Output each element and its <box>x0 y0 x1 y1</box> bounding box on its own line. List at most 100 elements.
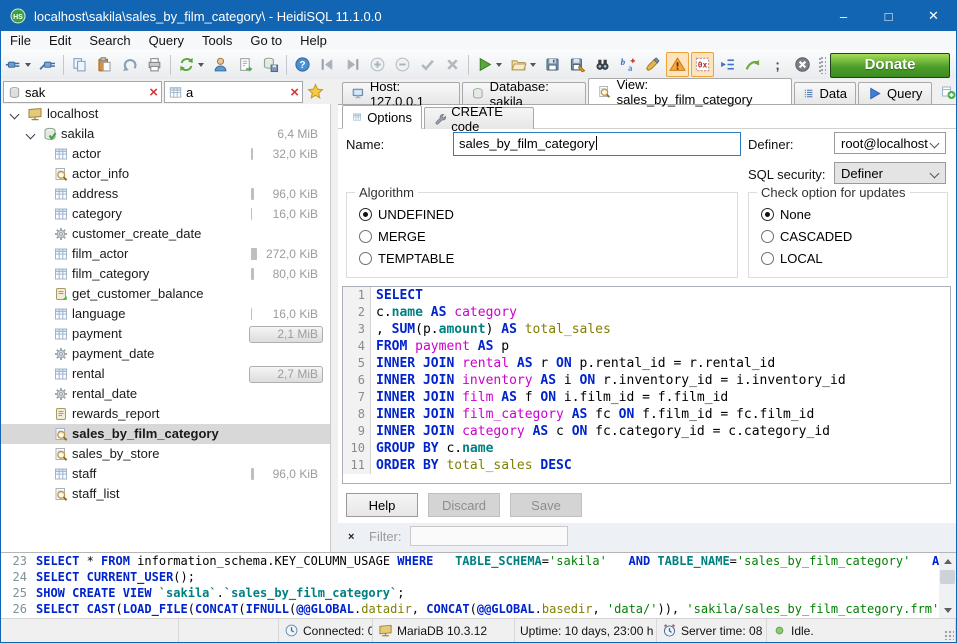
scrollbar-thumb[interactable] <box>940 570 955 584</box>
maximize-button[interactable]: □ <box>866 1 911 31</box>
paste-button[interactable] <box>93 52 116 77</box>
log-scrollbar[interactable] <box>939 553 956 618</box>
minimize-button[interactable]: – <box>821 1 866 31</box>
radio-icon[interactable] <box>359 252 372 265</box>
radio-check-none[interactable]: None <box>761 207 811 222</box>
tree-item-payment[interactable]: payment2,1 MiB <box>1 324 330 344</box>
filter-input[interactable] <box>410 526 568 546</box>
user-manager-button[interactable] <box>209 52 232 77</box>
database-save-button[interactable] <box>259 52 282 77</box>
definer-combo[interactable]: root@localhost <box>834 132 946 154</box>
tree-item-sales_by_store[interactable]: sales_by_store <box>1 444 330 464</box>
donate-button[interactable]: Donate <box>830 53 950 78</box>
sql-editor[interactable]: 1SELECT2c.name AS category3, SUM(p.amoun… <box>342 286 951 484</box>
toolbar-grip[interactable] <box>820 56 826 74</box>
print-button[interactable] <box>143 52 166 77</box>
tab-options[interactable]: Options <box>342 105 422 129</box>
tree-item-rental[interactable]: rental2,7 MiB <box>1 364 330 384</box>
session-disconnect-button[interactable] <box>36 52 59 77</box>
stop-query-button[interactable] <box>791 52 814 77</box>
undo-button[interactable] <box>118 52 141 77</box>
radio-algorithm-merge[interactable]: MERGE <box>359 229 426 244</box>
tree-item-sakila[interactable]: sakila6,4 MiB <box>1 124 330 144</box>
save-sql-as-button[interactable] <box>566 52 589 77</box>
menu-search[interactable]: Search <box>80 31 139 50</box>
tree-item-category[interactable]: category16,0 KiB <box>1 204 330 224</box>
help-button[interactable]: Help <box>346 493 418 517</box>
tree-item-film_actor[interactable]: film_actor272,0 KiB <box>1 244 330 264</box>
tree-item-film_category[interactable]: film_category80,0 KiB <box>1 264 330 284</box>
reformat-sql-button[interactable] <box>641 52 664 77</box>
close-button[interactable]: ✕ <box>911 1 956 31</box>
menu-go-to[interactable]: Go to <box>241 31 291 50</box>
scroll-up-icon[interactable] <box>939 553 956 569</box>
chevron-down-icon[interactable] <box>10 110 20 120</box>
favorites-star-icon[interactable] <box>307 83 324 100</box>
load-sql-file-button[interactable] <box>507 52 539 77</box>
tree-item-get_customer_balance[interactable]: get_customer_balance <box>1 284 330 304</box>
binary-as-hex-button[interactable]: 0x <box>691 52 714 77</box>
chevron-down-icon[interactable] <box>26 130 36 140</box>
scroll-down-icon[interactable] <box>939 602 956 618</box>
highlight-warnings-button[interactable] <box>666 52 689 77</box>
tab-database-sakila[interactable]: Database: sakila <box>462 82 586 104</box>
tab-query[interactable]: Query <box>858 82 932 104</box>
find-replace-button[interactable]: ba <box>616 52 639 77</box>
tree-item-sales_by_film_category[interactable]: sales_by_film_category <box>1 424 330 444</box>
menu-edit[interactable]: Edit <box>40 31 80 50</box>
sql-security-combo[interactable]: Definer <box>834 162 946 184</box>
discard-button[interactable]: Discard <box>428 493 500 517</box>
last-row-button[interactable] <box>341 52 364 77</box>
delete-row-button[interactable] <box>391 52 414 77</box>
tree-item-staff[interactable]: staff96,0 KiB <box>1 464 330 484</box>
insert-row-button[interactable] <box>366 52 389 77</box>
clear-table-filter-icon[interactable]: × <box>290 85 299 100</box>
post-changes-button[interactable] <box>416 52 439 77</box>
delimiter-button[interactable]: ; <box>766 52 789 77</box>
dropdown-caret-icon[interactable] <box>198 63 204 67</box>
tree-item-payment_date[interactable]: payment_date <box>1 344 330 364</box>
tab-host-127-0-0-1[interactable]: Host: 127.0.0.1 <box>342 82 460 104</box>
tree-item-language[interactable]: language16,0 KiB <box>1 304 330 324</box>
dropdown-caret-icon[interactable] <box>496 63 502 67</box>
menu-file[interactable]: File <box>1 31 40 50</box>
resize-grip[interactable] <box>944 630 954 640</box>
tree-item-address[interactable]: address96,0 KiB <box>1 184 330 204</box>
clear-database-filter-icon[interactable]: × <box>149 85 158 100</box>
dropdown-caret-icon[interactable] <box>530 63 536 67</box>
tab-create-code[interactable]: CREATE code <box>424 107 534 129</box>
new-query-tab-icon[interactable] <box>940 84 956 100</box>
sql-log[interactable]: 23SELECT * FROM information_schema.KEY_C… <box>1 552 956 618</box>
first-row-button[interactable] <box>316 52 339 77</box>
execute-sql-button[interactable] <box>473 52 505 77</box>
tree-item-rewards_report[interactable]: rewards_report <box>1 404 330 424</box>
indent-button[interactable] <box>716 52 739 77</box>
radio-algorithm-temptable[interactable]: TEMPTABLE <box>359 251 454 266</box>
close-filter-icon[interactable]: × <box>348 531 354 543</box>
save-sql-button[interactable] <box>541 52 564 77</box>
menu-help[interactable]: Help <box>291 31 336 50</box>
radio-check-local[interactable]: LOCAL <box>761 251 823 266</box>
radio-icon[interactable] <box>359 208 372 221</box>
radio-algorithm-undefined[interactable]: UNDEFINED <box>359 207 454 222</box>
database-tree[interactable]: localhostsakila6,4 MiBactor32,0 KiBactor… <box>1 104 331 552</box>
radio-icon[interactable] <box>761 252 774 265</box>
copy-button[interactable] <box>68 52 91 77</box>
table-filter-input[interactable]: a × <box>164 81 303 103</box>
online-help-button[interactable]: ? <box>291 52 314 77</box>
tree-item-actor[interactable]: actor32,0 KiB <box>1 144 330 164</box>
session-connect-button[interactable] <box>2 52 34 77</box>
tree-item-rental_date[interactable]: rental_date <box>1 384 330 404</box>
find-text-button[interactable] <box>591 52 614 77</box>
tree-item-customer_create_date[interactable]: customer_create_date <box>1 224 330 244</box>
tree-item-actor_info[interactable]: actor_info <box>1 164 330 184</box>
radio-check-cascaded[interactable]: CASCADED <box>761 229 852 244</box>
radio-icon[interactable] <box>359 230 372 243</box>
radio-icon[interactable] <box>761 230 774 243</box>
radio-icon[interactable] <box>761 208 774 221</box>
dropdown-caret-icon[interactable] <box>25 63 31 67</box>
tree-item-localhost[interactable]: localhost <box>1 104 330 124</box>
reconnect-button[interactable] <box>741 52 764 77</box>
save-button[interactable]: Save <box>510 493 582 517</box>
database-filter-input[interactable]: sak × <box>3 81 162 103</box>
